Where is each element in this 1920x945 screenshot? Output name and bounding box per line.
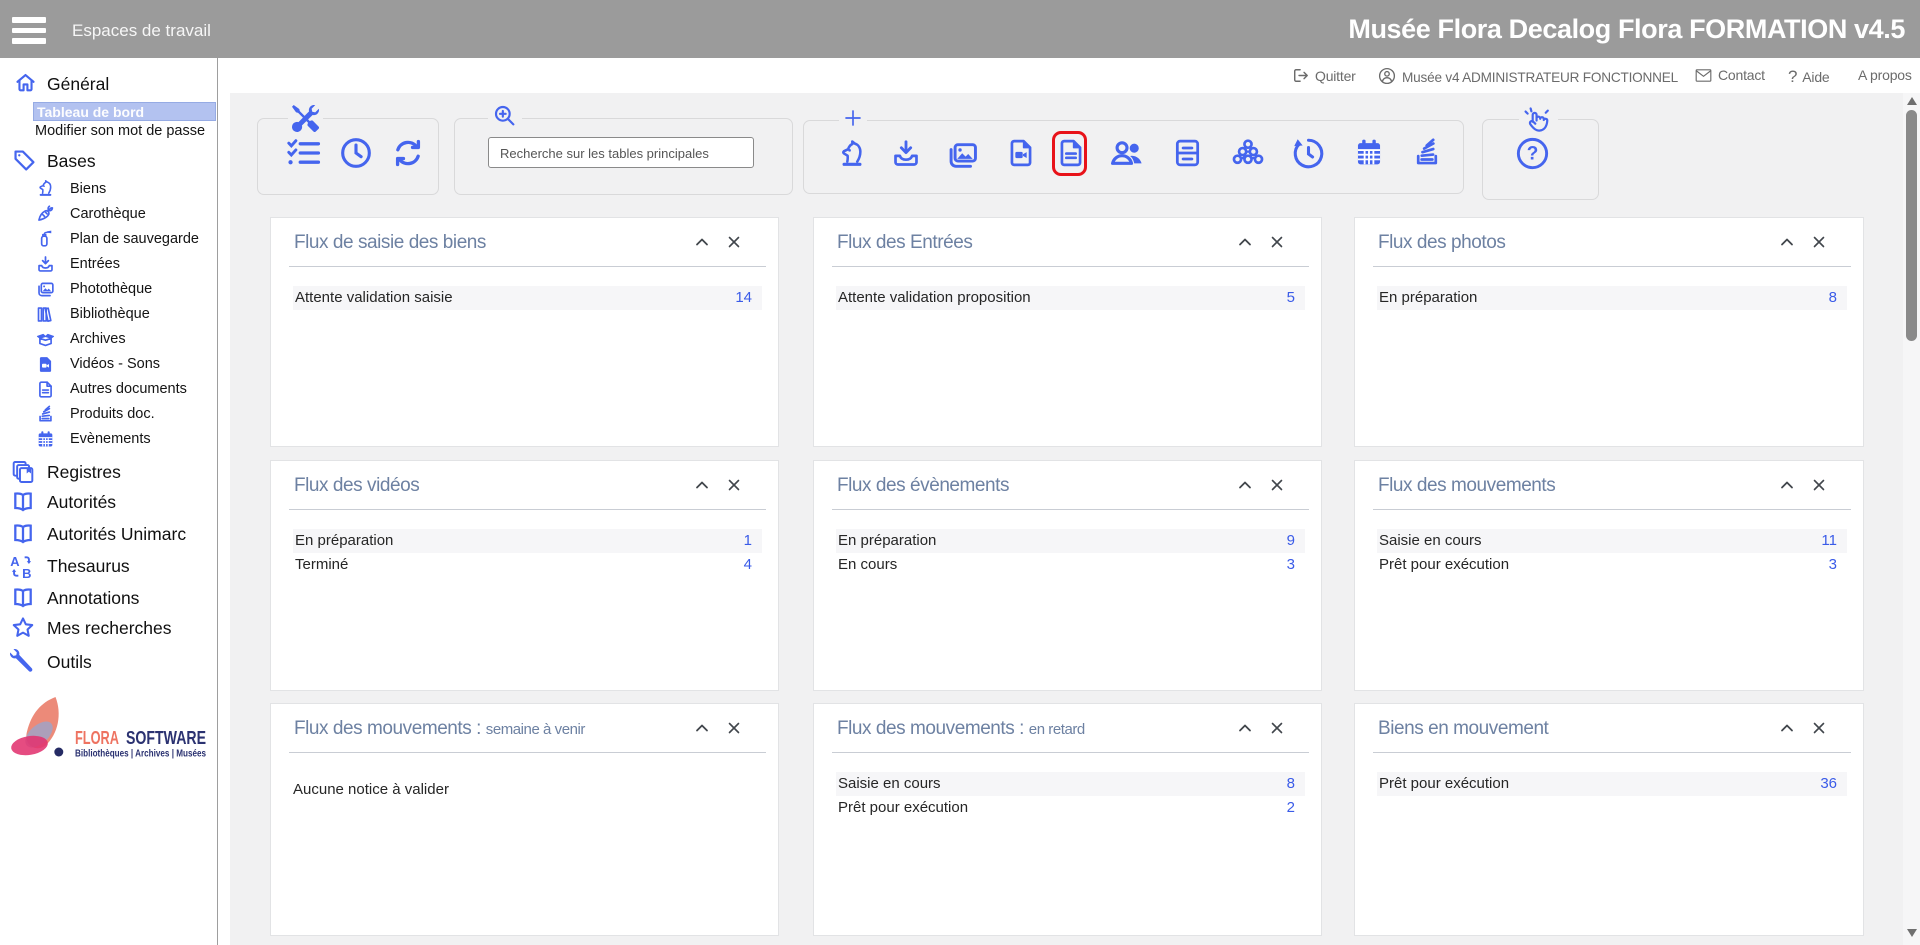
svg-text:Bibliothèques | Archives | Mus: Bibliothèques | Archives | Musées — [75, 748, 206, 759]
svg-text:SOFTWARE: SOFTWARE — [126, 728, 206, 748]
svg-text:A: A — [10, 554, 19, 569]
svg-text:?: ? — [1527, 143, 1539, 164]
svg-text:B: B — [22, 566, 31, 580]
svg-text:FLORA: FLORA — [75, 728, 119, 748]
